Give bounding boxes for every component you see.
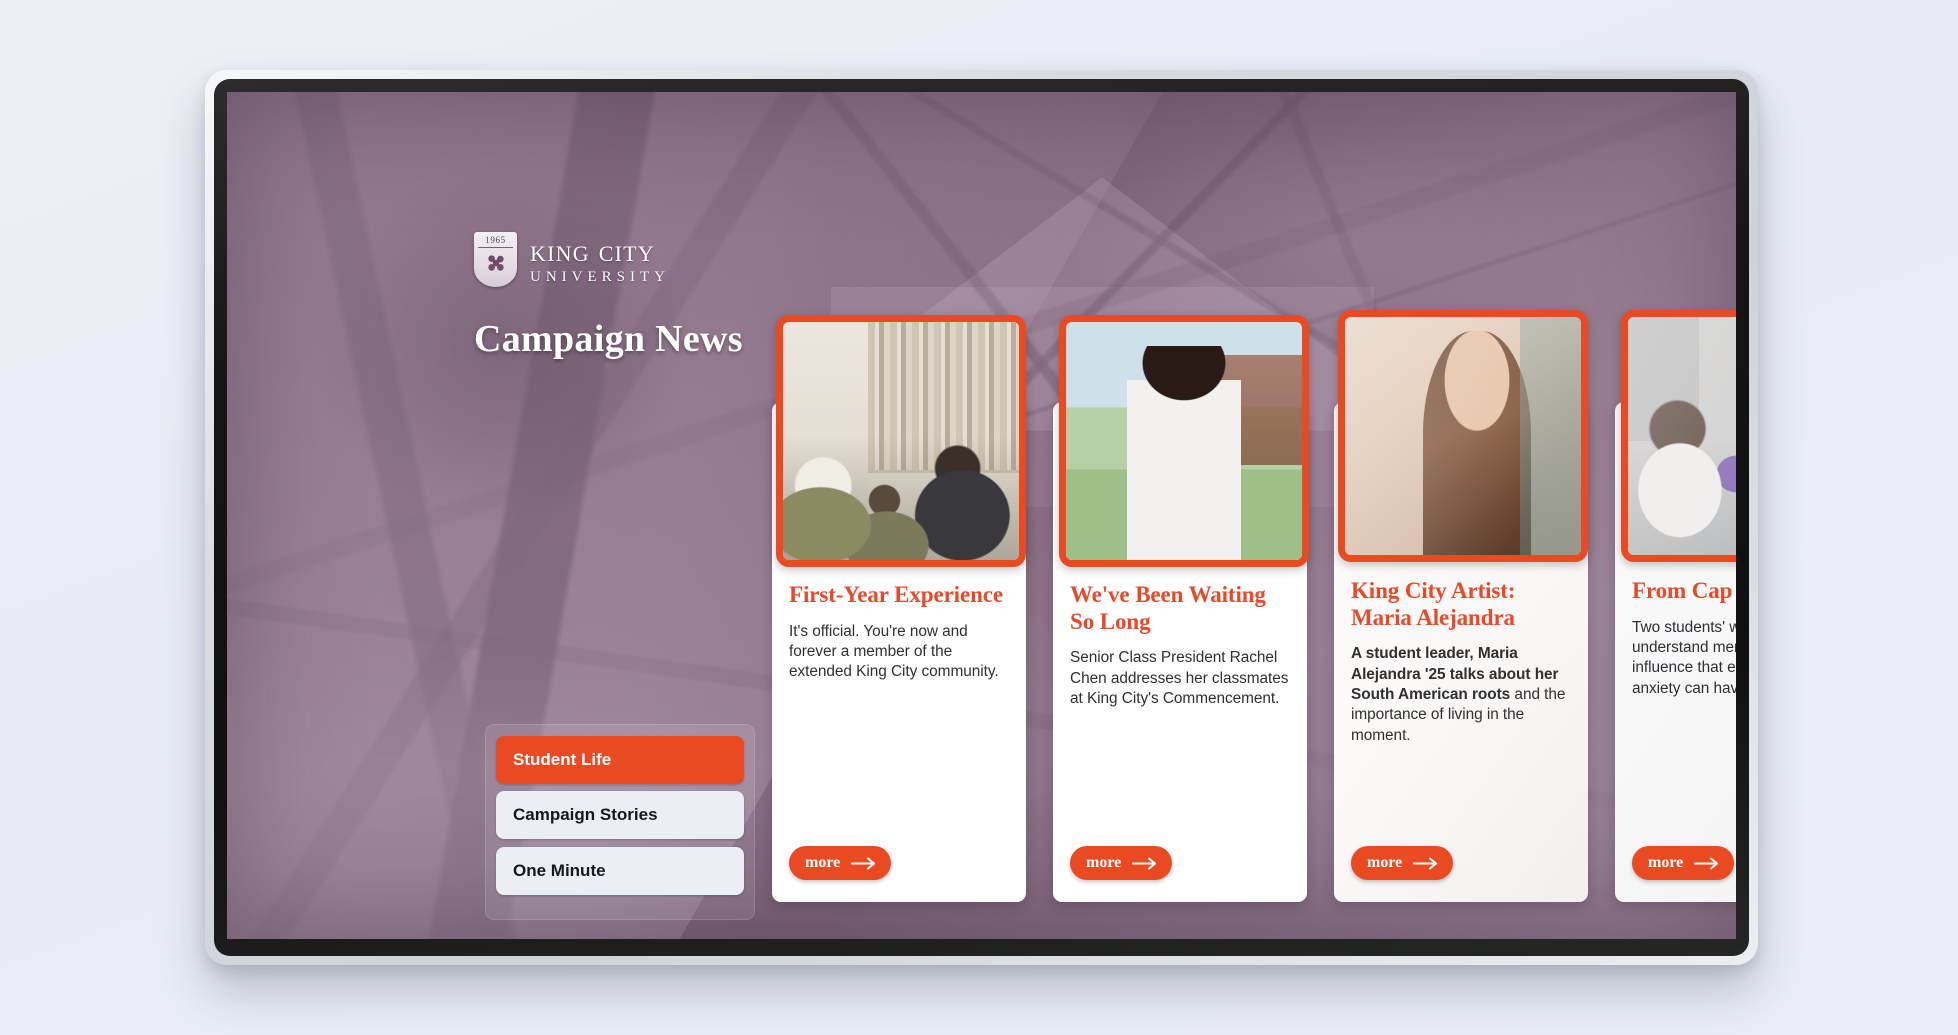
arrow-right-icon xyxy=(851,857,876,869)
card-title: From Cap to Clarity xyxy=(1632,578,1736,603)
card-title: King City Artist: Maria Alejandra xyxy=(1351,578,1516,630)
more-button[interactable]: more xyxy=(1070,846,1173,880)
more-button-label: more xyxy=(805,854,841,871)
more-button-label: more xyxy=(1367,854,1403,871)
shield-crest-icon: 1965 xyxy=(474,232,517,287)
photo-detail xyxy=(1160,402,1208,560)
card-title: We've Been Waiting So Long xyxy=(1070,582,1266,634)
kiosk-device-frame: 1965 King City UNIVERSITY Campaign News … xyxy=(205,70,1758,965)
sidebar-item-student-life[interactable]: Student Life xyxy=(496,736,744,784)
university-wordmark: King City UNIVERSITY xyxy=(530,235,670,285)
more-button-label: more xyxy=(1648,854,1684,871)
crest-emblem xyxy=(484,252,507,274)
news-card[interactable]: King City Artist: Maria Alejandra A stud… xyxy=(1334,310,1588,902)
more-button[interactable]: more xyxy=(1351,846,1454,880)
device-bezel: 1965 King City UNIVERSITY Campaign News … xyxy=(214,79,1749,956)
card-photo xyxy=(783,322,1019,560)
card-body: From Cap to Clarity Two students' work a… xyxy=(1632,578,1736,699)
news-card[interactable]: From Cap to Clarity Two students' work a… xyxy=(1615,310,1736,902)
card-body: First-Year Experience It's official. You… xyxy=(789,582,1011,683)
card-description: A student leader, Maria Alejandra '25 ta… xyxy=(1351,644,1573,746)
card-image xyxy=(776,315,1026,567)
arrow-right-icon xyxy=(1694,857,1719,869)
photo-overlay-wash xyxy=(1628,317,1736,555)
card-description: Senior Class President Rachel Chen addre… xyxy=(1070,649,1289,707)
wordmark-line-1: King City xyxy=(530,232,655,268)
card-photo xyxy=(1066,322,1302,560)
card-description: It's official. You're now and forever a … xyxy=(789,622,999,681)
category-nav-panel: Student Life Campaign Stories One Minute xyxy=(485,724,755,920)
crest-year: 1965 xyxy=(485,235,506,245)
crest-divider xyxy=(478,247,513,248)
arrow-right-icon xyxy=(1413,857,1438,869)
card-body: King City Artist: Maria Alejandra A stud… xyxy=(1351,578,1573,746)
photo-overlay-wash xyxy=(1345,317,1581,555)
card-image xyxy=(1059,315,1309,567)
more-button[interactable]: more xyxy=(1632,846,1735,880)
kiosk-screen: 1965 King City UNIVERSITY Campaign News … xyxy=(227,92,1736,939)
card-body: We've Been Waiting So Long Senior Class … xyxy=(1070,582,1292,709)
card-description: Two students' work aims to understand me… xyxy=(1632,618,1736,697)
card-image xyxy=(1338,310,1588,562)
university-logo: 1965 King City UNIVERSITY xyxy=(474,232,670,287)
news-card[interactable]: First-Year Experience It's official. You… xyxy=(772,315,1026,902)
sidebar-item-label: Student Life xyxy=(513,750,612,769)
more-button-label: more xyxy=(1086,854,1122,871)
sidebar-item-label: One Minute xyxy=(513,861,606,880)
news-card-rail[interactable]: First-Year Experience It's official. You… xyxy=(772,310,1736,922)
sidebar-item-campaign-stories[interactable]: Campaign Stories xyxy=(496,791,744,839)
page-title: Campaign News xyxy=(474,318,743,360)
arrow-right-icon xyxy=(1132,857,1157,869)
card-title: First-Year Experience xyxy=(789,582,1003,607)
news-card[interactable]: We've Been Waiting So Long Senior Class … xyxy=(1053,315,1309,902)
sidebar-item-one-minute[interactable]: One Minute xyxy=(496,847,744,895)
more-button[interactable]: more xyxy=(789,846,892,880)
card-image xyxy=(1621,310,1736,562)
wordmark-line-2: UNIVERSITY xyxy=(530,268,670,285)
sidebar-item-label: Campaign Stories xyxy=(513,805,658,824)
